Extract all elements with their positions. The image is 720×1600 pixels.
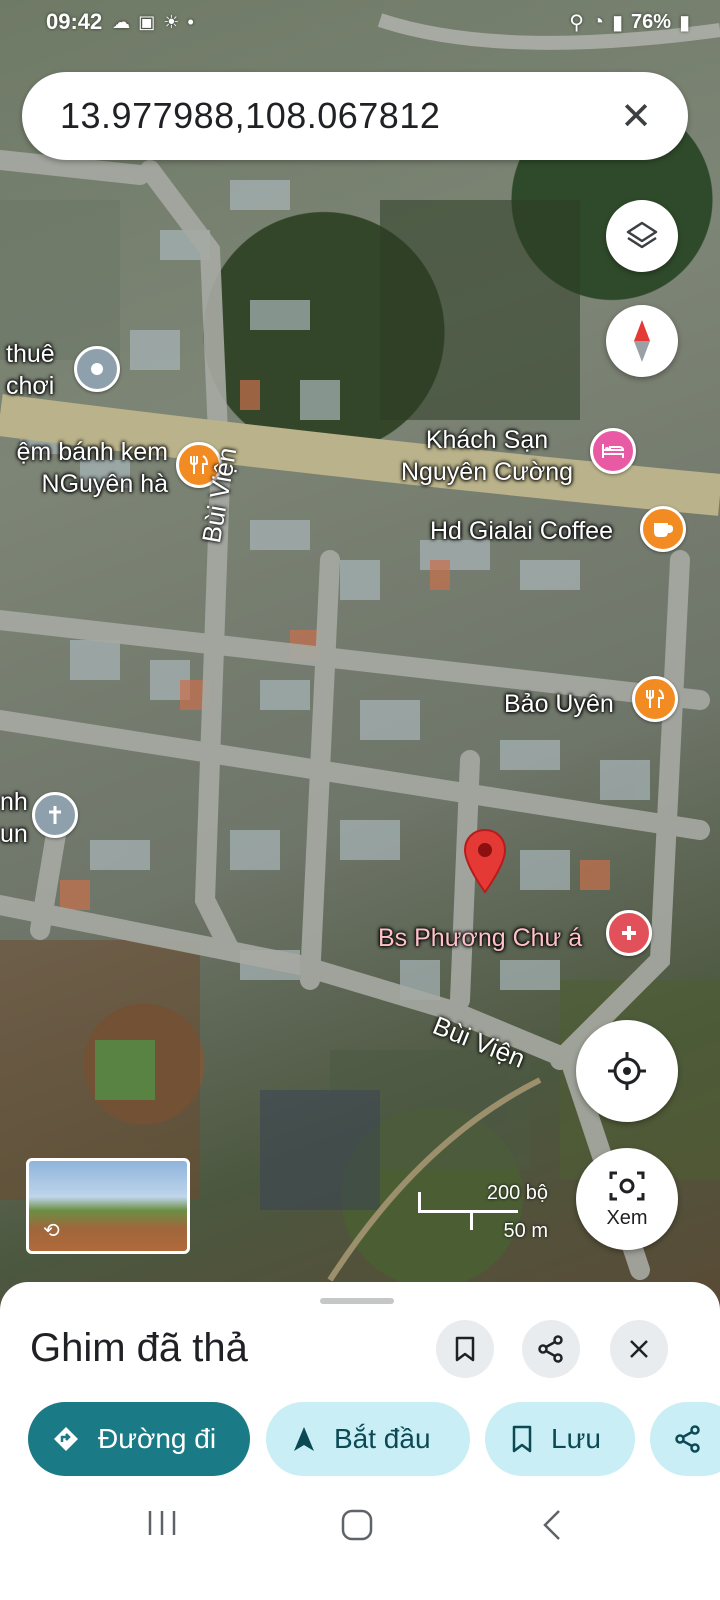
layers-icon [626,221,658,249]
cafe-icon[interactable] [640,506,686,552]
rotate-360-icon: ⟲ [43,1220,60,1242]
recent-apps-icon[interactable] [146,1508,178,1538]
cloud-icon: ☁ [112,11,131,32]
camera-scan-icon [609,1171,645,1200]
scale-metric: 50 m [503,1220,548,1242]
close-sheet-button[interactable] [610,1320,668,1378]
share-button[interactable] [650,1402,720,1476]
clinic-label[interactable]: Bs Phương Chư á [378,922,582,954]
compass-icon [634,320,650,362]
battery-level: 76% [630,10,671,33]
place-label[interactable]: thuê chơi [6,338,55,402]
share-icon [538,1335,563,1363]
coffee-label[interactable]: Hd Gialai Coffee [430,515,613,547]
layers-button[interactable] [606,200,678,272]
navigation-arrow-icon [292,1425,316,1453]
drag-handle[interactable] [320,1298,394,1304]
search-bar[interactable]: 13.977988,108.067812 ✕ [22,72,688,160]
street-view-thumbnail[interactable]: ⟲ [26,1158,190,1254]
bookmark-icon [455,1336,475,1362]
status-bar: 09:42 ☁ ▣ ☀ • ⚲ ◔ ▮ 76% ▮ [0,0,720,44]
clear-search-icon[interactable]: ✕ [614,94,658,138]
church-label[interactable]: nh un [0,786,28,850]
location-status-icon: ⚲ [569,11,584,34]
save-icon-button[interactable] [436,1320,494,1378]
place-marker-icon[interactable] [74,346,120,392]
back-icon[interactable] [540,1508,564,1542]
system-nav-bar [0,1480,720,1600]
view-button[interactable]: Xem [576,1148,678,1250]
save-button[interactable]: Lưu [485,1402,635,1476]
map-scale: 200 bộ 50 m [418,1180,548,1250]
directions-label: Đường đi [98,1423,217,1454]
signal-icon: ▮ [611,11,623,34]
save-label: Lưu [551,1423,601,1454]
battery-icon: ▮ [678,11,690,34]
crosshair-icon [608,1052,646,1090]
scale-imperial: 200 bộ [486,1182,548,1204]
medical-icon[interactable] [606,910,652,956]
sheet-title: Ghim đã thả [30,1326,248,1370]
share-icon-button[interactable] [522,1320,580,1378]
satellite-imagery [0,13,720,1282]
sun-icon: ☀ [163,11,180,32]
dot-icon: • [187,11,194,32]
compass-button[interactable] [606,305,678,377]
bakery-label[interactable]: ệm bánh kem NGuyên hà [0,436,168,500]
start-label: Bắt đầu [334,1423,431,1454]
action-chips: Đường đi Bắt đầu Lưu [28,1402,720,1478]
notification-icon: ▣ [138,11,156,32]
search-query[interactable]: 13.977988,108.067812 [60,95,614,137]
close-icon [630,1340,648,1358]
dropped-pin-icon[interactable] [462,828,508,896]
wifi-icon: ◔ [591,10,604,33]
start-button[interactable]: Bắt đầu [266,1402,470,1476]
home-icon[interactable] [340,1508,374,1542]
hotel-label[interactable]: Khách Sạn Nguyên Cường [392,424,582,488]
map-view[interactable]: thuê chơi ệm bánh kem NGuyên hà Khách Sạ… [0,0,720,1330]
share-icon [674,1425,702,1453]
view-button-label: Xem [606,1206,648,1229]
status-time: 09:42 [46,9,103,34]
bookmark-icon [511,1425,533,1453]
directions-button[interactable]: Đường đi [28,1402,250,1476]
restaurant-label[interactable]: Bảo Uyên [504,688,614,720]
church-icon[interactable] [32,792,78,838]
my-location-button[interactable] [576,1020,678,1122]
directions-icon [52,1425,80,1453]
restaurant-icon[interactable] [632,676,678,722]
hotel-icon[interactable] [590,428,636,474]
